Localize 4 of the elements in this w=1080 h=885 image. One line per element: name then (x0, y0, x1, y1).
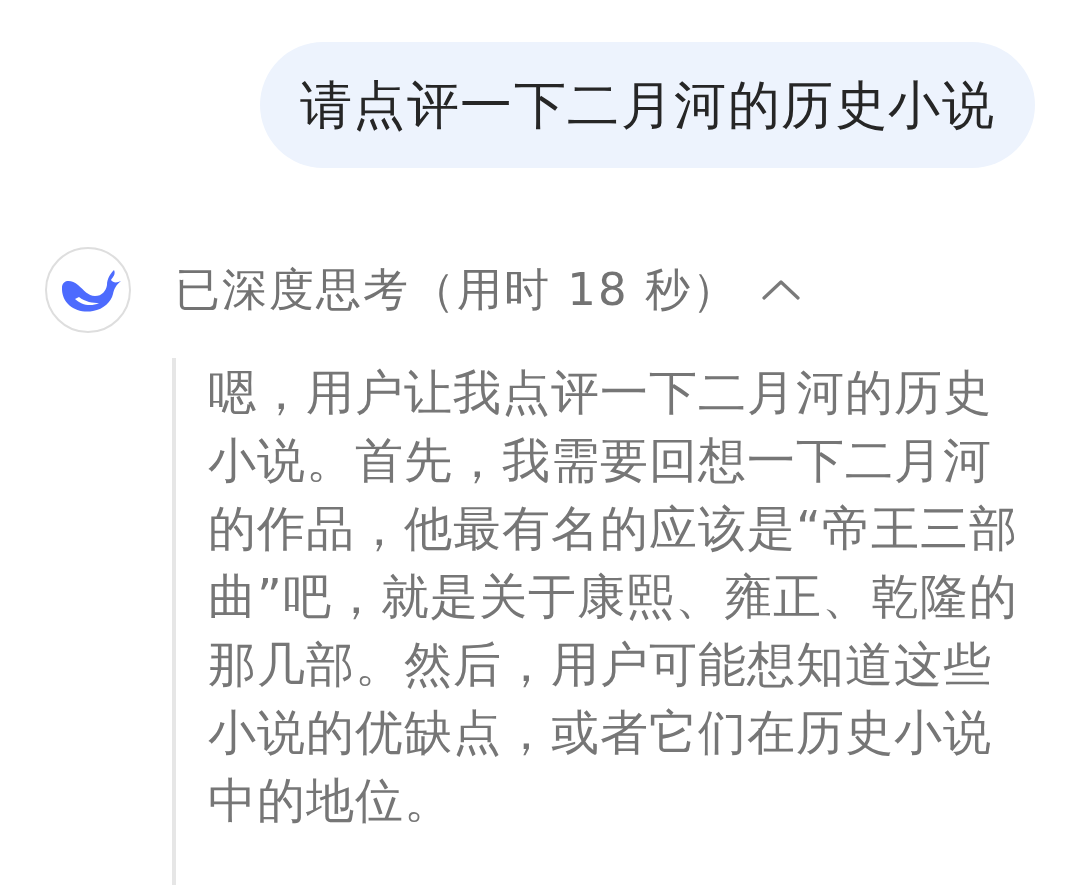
whale-icon (45, 247, 131, 333)
user-message-bubble: 请点评一下二月河的历史小说 (259, 42, 1035, 168)
thinking-toggle[interactable]: 已深度思考（用时 18 秒） (172, 247, 801, 333)
thinking-text: 嗯，用户让我点评一下二月河的历史小说。首先，我需要回想一下二月河的作品，他最有名的应该是“帝王三部曲”吧，就是关于康熙、雍正、乾隆的那几部。然后，用户可能想知道这些小说的优缺点，或者它们在历史小说中的地位。 (208, 363, 1018, 830)
